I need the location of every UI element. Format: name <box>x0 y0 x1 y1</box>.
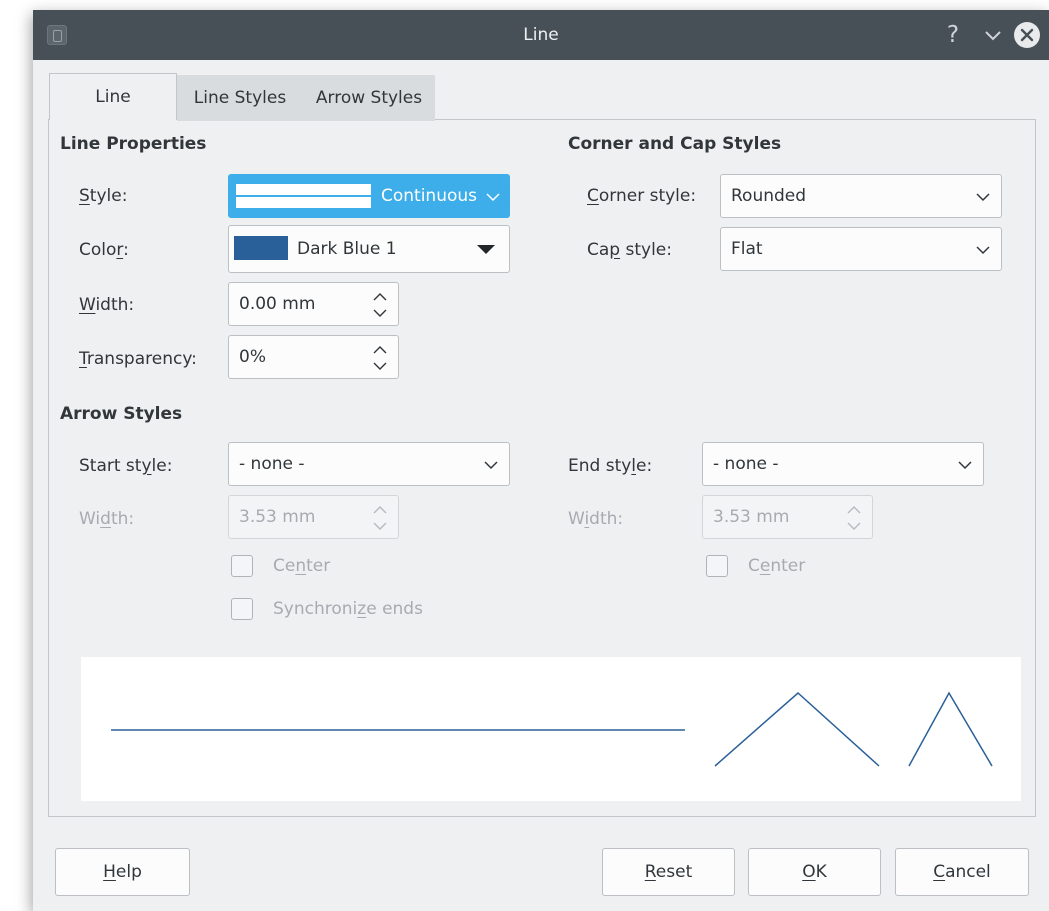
chevron-down-icon <box>486 193 500 202</box>
transparency-label: Transparency: <box>79 349 197 369</box>
spin-arrows-icon[interactable] <box>845 504 863 532</box>
window-title: Line <box>523 25 559 45</box>
line-style-dropdown[interactable]: Continuous <box>228 174 510 218</box>
color-label: Color: <box>79 240 129 260</box>
line-dialog: Line ? Line Line Styles Arrow Styles Lin… <box>33 10 1049 911</box>
help-button[interactable]: Help <box>55 848 190 896</box>
title-bar: Line ? <box>33 10 1049 60</box>
corner-cap-heading: Corner and Cap Styles <box>568 134 782 154</box>
cap-style-label: Cap style: <box>587 240 672 260</box>
chevron-down-icon <box>976 193 990 202</box>
color-swatch <box>234 236 288 260</box>
start-width-value: 3.53 mm <box>239 507 316 527</box>
cap-style-dropdown[interactable]: Flat <box>720 227 1002 271</box>
transparency-value: 0% <box>239 347 266 367</box>
spin-arrows-icon[interactable] <box>371 291 389 319</box>
start-center-label: Center <box>273 556 331 576</box>
reset-button[interactable]: Reset <box>602 848 735 896</box>
start-center-checkbox[interactable] <box>231 555 253 577</box>
width-spinbox[interactable]: 0.00 mm <box>228 282 399 326</box>
corner-style-value: Rounded <box>731 186 807 206</box>
end-width-spinbox[interactable]: 3.53 mm <box>702 495 873 539</box>
close-icon[interactable] <box>1014 22 1040 48</box>
line-style-value: Continuous <box>381 186 478 206</box>
width-value: 0.00 mm <box>239 294 316 314</box>
cancel-button[interactable]: Cancel <box>895 848 1029 896</box>
line-style-preview <box>236 184 371 208</box>
spin-arrows-icon[interactable] <box>371 504 389 532</box>
spin-arrows-icon[interactable] <box>371 344 389 372</box>
ok-button[interactable]: OK <box>748 848 881 896</box>
tab-line[interactable]: Line <box>49 73 177 120</box>
end-style-dropdown[interactable]: - none - <box>702 442 984 486</box>
end-center-checkbox[interactable] <box>706 555 728 577</box>
corner-style-dropdown[interactable]: Rounded <box>720 174 1002 218</box>
synchronize-ends-label: Synchronize ends <box>273 599 423 619</box>
start-style-value: - none - <box>239 454 305 474</box>
help-icon[interactable]: ? <box>938 19 968 51</box>
chevron-down-icon <box>976 246 990 255</box>
end-width-label: Width: <box>568 509 624 529</box>
corner-style-label: Corner style: <box>587 186 697 206</box>
end-style-label: End style: <box>568 456 653 476</box>
tab-line-styles[interactable]: Line Styles <box>177 75 303 121</box>
end-style-value: - none - <box>713 454 779 474</box>
start-style-dropdown[interactable]: - none - <box>228 442 510 486</box>
end-center-label: Center <box>748 556 806 576</box>
chevron-down-icon <box>958 461 972 470</box>
style-label: Style: <box>79 186 128 206</box>
line-preview <box>81 657 1021 801</box>
dropdown-triangle-icon <box>477 245 495 254</box>
start-width-label: Width: <box>79 509 135 529</box>
start-style-label: Start style: <box>79 456 173 476</box>
arrow-styles-heading: Arrow Styles <box>60 404 183 424</box>
tab-arrow-styles[interactable]: Arrow Styles <box>303 75 435 121</box>
minimize-chevron-icon[interactable] <box>981 22 1005 48</box>
line-preview-drawing <box>111 691 993 767</box>
transparency-spinbox[interactable]: 0% <box>228 335 399 379</box>
chevron-down-icon <box>484 461 498 470</box>
color-dropdown[interactable]: Dark Blue 1 <box>228 225 510 273</box>
synchronize-ends-checkbox[interactable] <box>231 598 253 620</box>
line-properties-heading: Line Properties <box>60 134 207 154</box>
cap-style-value: Flat <box>731 239 763 259</box>
width-label: Width: <box>79 295 135 315</box>
start-width-spinbox[interactable]: 3.53 mm <box>228 495 399 539</box>
end-width-value: 3.53 mm <box>713 507 790 527</box>
color-value: Dark Blue 1 <box>297 239 397 259</box>
